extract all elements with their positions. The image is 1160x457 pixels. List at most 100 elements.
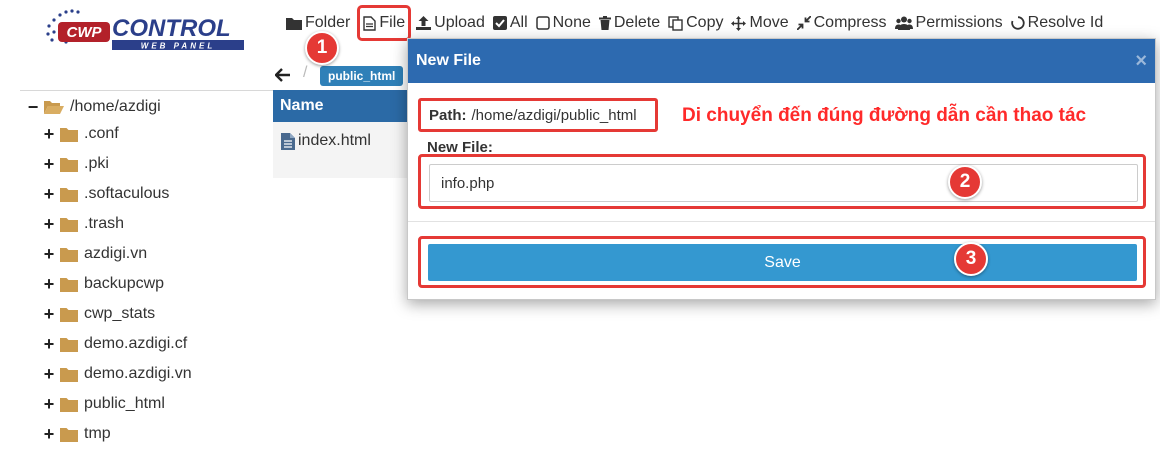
tree-item[interactable]: + .trash [26, 209, 192, 239]
tree-divider [20, 90, 275, 91]
tree-item-label: public_html [84, 395, 165, 412]
save-button[interactable]: Save [428, 244, 1137, 281]
select-none-label: None [552, 14, 591, 31]
folder-icon [286, 18, 302, 30]
resolve-id-button[interactable]: Resolve Id [1010, 12, 1104, 34]
expand-icon[interactable]: + [42, 394, 56, 415]
tree-item-label: demo.azdigi.vn [84, 365, 192, 382]
expand-icon[interactable]: + [42, 274, 56, 295]
permissions-button-label: Permissions [915, 14, 1003, 31]
arrow-left-icon [274, 68, 290, 82]
delete-button-label: Delete [613, 14, 661, 31]
logo-main: CONTROL [112, 15, 231, 42]
expand-icon[interactable]: + [42, 124, 56, 145]
step-badge-2: 2 [948, 165, 982, 199]
tree-item[interactable]: + .conf [26, 119, 192, 149]
tree-item-label: .conf [84, 125, 119, 142]
folder-icon [60, 247, 78, 262]
new-file-input-highlight [418, 154, 1146, 209]
modal-header: New File × [408, 39, 1155, 83]
folder-icon [60, 157, 78, 172]
compress-button[interactable]: Compress [796, 12, 887, 34]
modal-divider [408, 221, 1155, 222]
breadcrumb-current[interactable]: public_html [320, 66, 404, 86]
tree-item[interactable]: + .softaculous [26, 179, 192, 209]
trash-icon [598, 16, 611, 30]
compress-button-label: Compress [813, 14, 887, 31]
tree-item[interactable]: + tmp [26, 419, 192, 449]
folder-icon [60, 337, 78, 352]
folder-icon [60, 187, 78, 202]
tree-item[interactable]: + demo.azdigi.vn [26, 359, 192, 389]
file-row[interactable]: index.html [273, 122, 413, 160]
expand-icon[interactable]: + [42, 364, 56, 385]
tree-item-label: backupcwp [84, 275, 165, 292]
logo-sub: WEB PANEL [141, 42, 215, 51]
close-icon[interactable]: × [1135, 50, 1147, 73]
folder-tree: − /home/azdigi + .conf + .pki + .softaculous +… [26, 95, 192, 449]
path-value: /home/azdigi/public_html [471, 106, 637, 124]
file-list: index.html [273, 122, 413, 178]
copy-icon [668, 15, 683, 31]
tree-root[interactable]: − /home/azdigi [26, 95, 192, 119]
tree-item-label: tmp [84, 425, 111, 442]
file-row-name: index.html [298, 132, 371, 149]
tree-item[interactable]: + cwp_stats [26, 299, 192, 329]
new-file-modal: New File × Path: /home/azdigi/public_htm… [407, 38, 1156, 300]
select-none-button[interactable]: None [535, 12, 591, 34]
modal-title: New File [416, 52, 481, 69]
permissions-button[interactable]: Permissions [894, 12, 1003, 34]
expand-icon[interactable]: + [42, 424, 56, 445]
file-toolbar: Folder File Upload All None Delete Copy … [286, 5, 1111, 41]
tree-item-label: .pki [84, 155, 109, 172]
expand-icon[interactable]: + [42, 214, 56, 235]
upload-button-label: Upload [434, 14, 485, 31]
expand-icon[interactable]: + [42, 304, 56, 325]
file-button[interactable]: File [357, 5, 412, 41]
select-all-button[interactable]: All [492, 12, 528, 34]
tree-item-label: azdigi.vn [84, 245, 148, 262]
file-icon [363, 15, 377, 31]
tree-item-label: demo.azdigi.cf [84, 335, 188, 352]
expand-icon[interactable]: + [42, 154, 56, 175]
cwp-logo: CWP CONTROL WEB PANEL [40, 4, 250, 56]
name-column-header[interactable]: Name [273, 90, 413, 122]
tree-item-label: cwp_stats [84, 305, 156, 322]
tree-item-label: .trash [84, 215, 125, 232]
logo-prefix: CWP [67, 24, 103, 41]
collapse-icon[interactable]: − [26, 97, 40, 118]
select-all-label: All [509, 14, 528, 31]
file-button-label: File [379, 14, 406, 31]
upload-button[interactable]: Upload [416, 12, 485, 34]
folder-open-icon [44, 100, 64, 114]
tree-item[interactable]: + public_html [26, 389, 192, 419]
compress-icon [796, 16, 811, 30]
move-button[interactable]: Move [731, 12, 789, 34]
expand-icon[interactable]: + [42, 244, 56, 265]
tree-item[interactable]: + backupcwp [26, 269, 192, 299]
folder-icon [60, 217, 78, 232]
resolve-id-button-label: Resolve Id [1027, 14, 1104, 31]
new-file-input[interactable] [429, 164, 1138, 202]
path-display: Path: /home/azdigi/public_html [418, 98, 658, 132]
save-button-highlight: Save [418, 236, 1146, 288]
copy-button-label: Copy [686, 14, 724, 31]
tree-item[interactable]: + demo.azdigi.cf [26, 329, 192, 359]
folder-icon [60, 397, 78, 412]
step-badge-3: 3 [954, 242, 988, 276]
instruction-annotation: Di chuyển đến đúng đường dẫn cần thao tá… [682, 105, 1087, 126]
tree-item[interactable]: + .pki [26, 149, 192, 179]
delete-button[interactable]: Delete [598, 12, 661, 34]
folder-icon [60, 127, 78, 142]
tree-item[interactable]: + azdigi.vn [26, 239, 192, 269]
breadcrumb-separator: / [303, 64, 308, 81]
file-text-icon [281, 132, 295, 150]
expand-icon[interactable]: + [42, 184, 56, 205]
users-icon [894, 16, 913, 30]
folder-icon [60, 367, 78, 382]
tree-root-label: /home/azdigi [70, 98, 161, 115]
expand-icon[interactable]: + [42, 334, 56, 355]
back-button[interactable] [274, 68, 291, 87]
copy-button[interactable]: Copy [668, 12, 723, 34]
folder-button-label: Folder [305, 14, 351, 31]
